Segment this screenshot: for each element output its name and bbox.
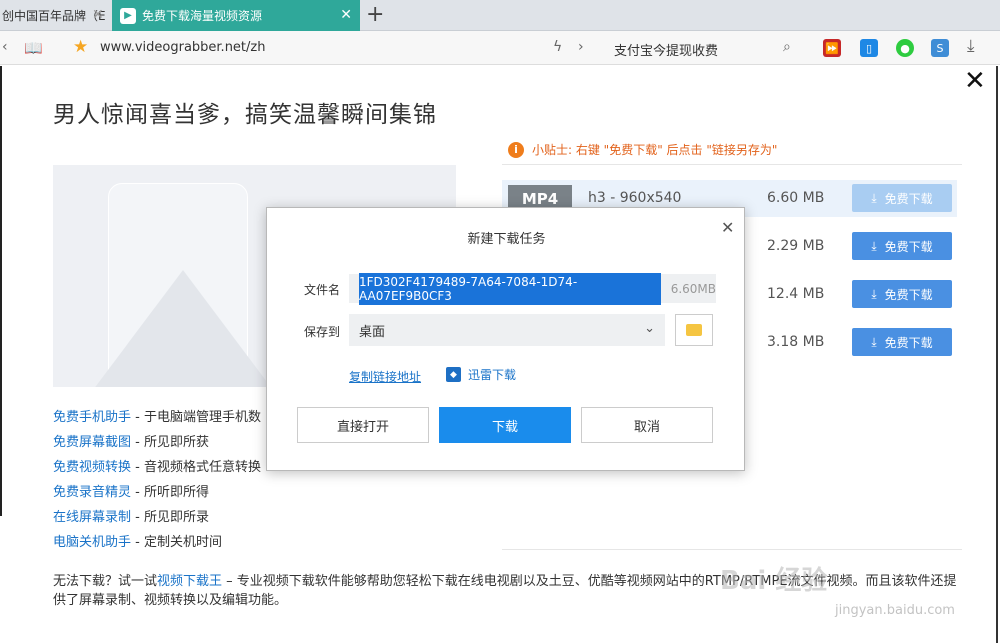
thunder-download-link[interactable]: ◆ 迅雷下载 [446,366,516,383]
download-icon[interactable]: ⤓ [967,36,975,56]
bookmark-star-icon[interactable]: ★ [73,37,88,57]
link[interactable]: 免费手机助手 [53,410,131,425]
tab-inactive[interactable]: 创中国百年品牌（E ✕ [0,0,110,31]
download-icon: ⤓ [871,286,877,301]
save-location-label: 保存到 [304,325,341,339]
file-size: 2.29 MB [767,238,825,254]
dialog-title: 新建下载任务 [467,232,546,247]
free-download-button[interactable]: ⤓ 免费下载 [852,184,952,212]
tab-label: 创中国百年品牌（E [2,9,106,23]
download-icon: ⤓ [871,238,877,253]
divider [502,549,962,550]
thunder-icon: ◆ [446,367,461,382]
chevron-right-icon[interactable]: › [578,39,584,55]
copy-link-address[interactable]: 复制链接地址 [349,368,421,385]
tab-bar: 创中国百年品牌（E ✕ ▶ 免费下载海量视频资源 ✕ + [0,0,1000,31]
filename-size: 6.60MB [670,281,716,296]
dialog-close-icon[interactable]: ✕ [721,218,734,237]
link[interactable]: 免费录音精灵 [53,485,131,500]
file-size: 12.4 MB [767,286,825,302]
resolution-label: h3 - 960x540 [588,190,682,206]
list-item: 免费视频转换 - 音视频格式任意转换 [53,460,261,475]
left-edge [0,66,2,516]
search-input[interactable]: 支付宝今提现收费 [614,40,718,59]
address-bar: ‹ 📖 ★ www.videograbber.net/zh ϟ › 支付宝今提现… [0,31,1000,65]
download-button[interactable]: 下载 [439,407,571,443]
download-icon: ⤓ [871,190,877,205]
folder-icon [686,324,702,336]
lightning-icon[interactable]: ϟ [553,39,562,55]
browse-folder-button[interactable] [675,314,713,346]
back-arrow-icon[interactable]: ‹ [2,39,8,55]
watermark-url: jingyan.baidu.com [835,603,955,618]
list-item: 免费录音精灵 - 所听即所得 [53,485,209,500]
free-download-button[interactable]: ⤓ 免费下载 [852,328,952,356]
cancel-button[interactable]: 取消 [581,407,713,443]
close-overlay-icon[interactable]: ✕ [964,68,986,94]
file-size: 3.18 MB [767,334,825,350]
filename-label: 文件名 [304,283,341,297]
save-location-select[interactable]: 桌面 ⌄ [349,314,665,346]
tab-close-icon[interactable]: ✕ [340,7,352,23]
divider [502,164,962,165]
tab-label: 免费下载海量视频资源 [142,9,263,23]
site-favicon-icon: ▶ [120,7,136,24]
list-item: 免费手机助手 - 于电脑端管理手机数 [53,410,261,425]
download-icon: ⤓ [871,334,877,349]
tab-close-icon[interactable]: ✕ [92,7,104,23]
link[interactable]: 免费屏幕截图 [53,435,131,450]
filename-text: 1FD302F4179489-7A64-7084-1D74-AA07EF9B0C… [359,272,661,305]
filename-field[interactable]: 1FD302F4179489-7A64-7084-1D74-AA07EF9B0C… [349,272,716,305]
thumbnail-mountain-shape [93,270,273,387]
open-directly-button[interactable]: 直接打开 [297,407,429,443]
new-download-dialog: 新建下载任务 ✕ 文件名 1FD302F4179489-7A64-7084-1D… [266,207,745,471]
right-edge [996,66,998,643]
free-download-button[interactable]: ⤓ 免费下载 [852,280,952,308]
list-item: 电脑关机助手 - 定制关机时间 [53,535,222,550]
file-size: 6.60 MB [767,190,825,206]
free-download-button[interactable]: ⤓ 免费下载 [852,232,952,260]
page-title: 男人惊闻喜当爹，搞笑温馨瞬间集锦 [53,102,437,128]
link[interactable]: 在线屏幕录制 [53,510,131,525]
watermark-logo: Bai 经验 [720,566,828,596]
video-downloader-link[interactable]: 视频下载王 [157,574,222,589]
link[interactable]: 电脑关机助手 [53,535,131,550]
url-field[interactable]: www.videograbber.net/zh [100,40,265,55]
tab-active[interactable]: ▶ 免费下载海量视频资源 ✕ [112,0,360,31]
link[interactable]: 免费视频转换 [53,460,131,475]
list-item: 在线屏幕录制 - 所见即所录 [53,510,209,525]
list-item: 免费屏幕截图 - 所见即所获 [53,435,209,450]
s-extension-icon[interactable]: S [931,39,949,57]
phone-extension-icon[interactable]: ▯ [860,39,878,57]
software-links: 免费手机助手 - 于电脑端管理手机数 免费屏幕截图 - 所见即所获 免费视频转换… [53,405,261,555]
reader-book-icon[interactable]: 📖 [24,39,43,57]
chevron-down-icon: ⌄ [644,321,655,336]
tip-banner: i 小贴士: 右键 "免费下载" 后点击 "链接另存为" [508,141,777,158]
video-extension-icon[interactable]: ⏩ [823,39,841,57]
info-icon: i [508,141,524,158]
wechat-extension-icon[interactable]: ● [896,39,914,57]
new-tab-icon[interactable]: + [366,2,384,27]
search-icon[interactable]: ⌕ [783,39,791,55]
